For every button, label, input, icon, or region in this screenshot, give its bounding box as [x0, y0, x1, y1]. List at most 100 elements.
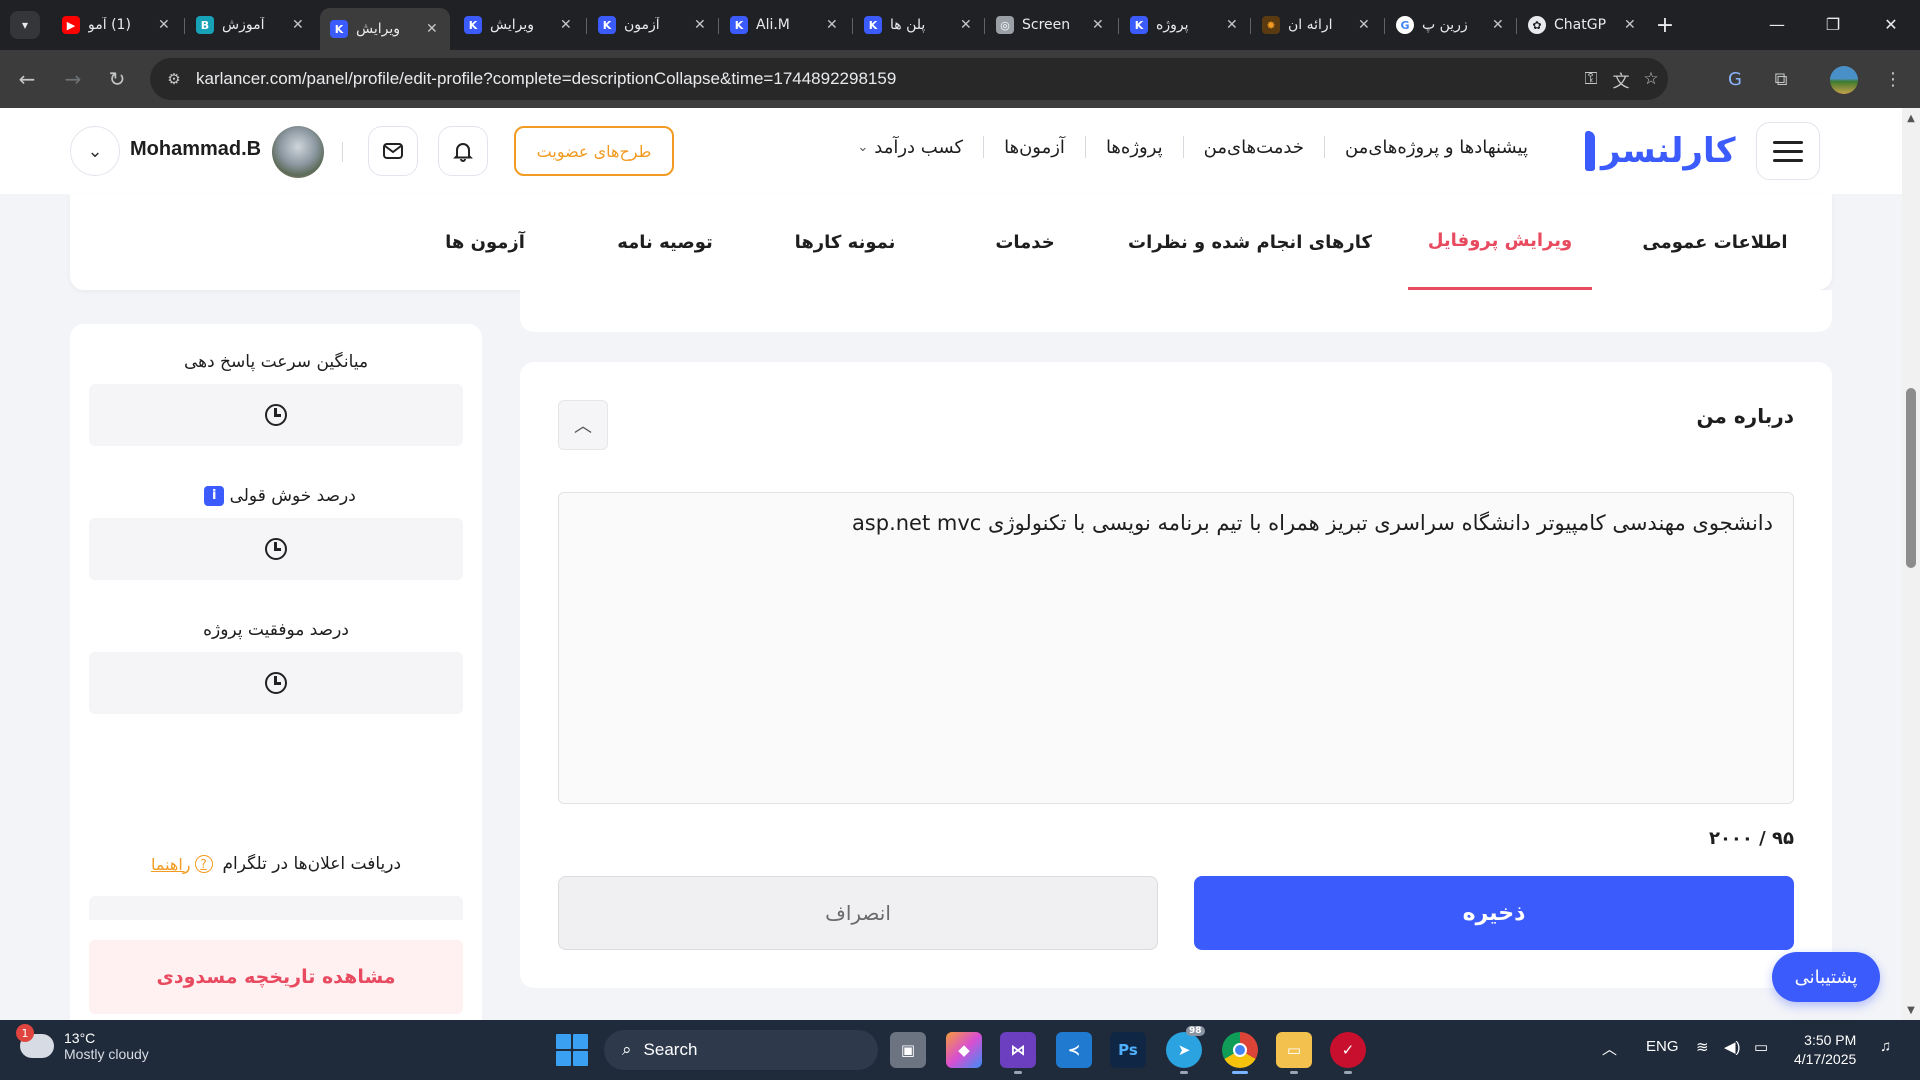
- windows-taskbar: 1 13°C Mostly cloudy ⌕ Search ▣ ◆ ⋈ ≺ Ps…: [0, 1020, 1920, 1080]
- weather-widget[interactable]: 1 13°C Mostly cloudy: [16, 1024, 149, 1062]
- site-settings-icon[interactable]: ⚙: [164, 69, 184, 89]
- browser-tab[interactable]: K پلن ها ✕: [854, 8, 984, 42]
- nav-my-services[interactable]: خدمت‌های‌من: [1184, 137, 1324, 158]
- info-icon[interactable]: i: [204, 486, 225, 506]
- wifi-icon[interactable]: ≋: [1696, 1038, 1709, 1056]
- file-explorer-icon[interactable]: ▭: [1276, 1032, 1312, 1074]
- close-tab-icon[interactable]: ✕: [960, 17, 974, 33]
- address-bar[interactable]: ⚙ karlancer.com/panel/profile/edit-profi…: [150, 58, 1668, 100]
- clock-icon: [265, 538, 287, 560]
- browser-tab[interactable]: ✸ ارائه ان ✕: [1252, 8, 1382, 42]
- tray-overflow-chevron-icon[interactable]: ︿: [1602, 1038, 1617, 1059]
- telegram-icon[interactable]: ➤ 98: [1166, 1026, 1205, 1074]
- user-menu-chevron-icon[interactable]: ⌄: [70, 126, 120, 176]
- tab-search-button[interactable]: ▾: [10, 11, 40, 39]
- password-key-icon[interactable]: ⚿: [1580, 68, 1602, 90]
- block-history-button[interactable]: مشاهده تاریخچه مسدودی: [89, 940, 463, 1014]
- browser-profile-avatar[interactable]: [1830, 66, 1858, 94]
- bookmark-star-icon[interactable]: ☆: [1640, 68, 1662, 90]
- vscode-icon[interactable]: ≺: [1056, 1032, 1092, 1068]
- extensions-puzzle-icon[interactable]: ⧉: [1766, 64, 1796, 94]
- battery-icon[interactable]: ▭: [1754, 1038, 1768, 1056]
- browser-tab[interactable]: ✿ ChatGP ✕: [1518, 8, 1648, 42]
- vivaldi-icon[interactable]: ✓: [1330, 1032, 1366, 1074]
- collapse-chevron-up-icon[interactable]: ︿: [558, 400, 608, 450]
- minimize-icon[interactable]: —: [1754, 8, 1800, 40]
- close-tab-icon[interactable]: ✕: [1226, 17, 1240, 33]
- close-tab-icon[interactable]: ✕: [426, 21, 440, 37]
- nav-earn-income[interactable]: کسب درآمد ⌄: [837, 137, 983, 158]
- cancel-button[interactable]: انصراف: [558, 876, 1158, 950]
- notification-badge: 1: [16, 1024, 34, 1042]
- volume-icon[interactable]: ◀): [1724, 1038, 1741, 1056]
- scrollbar-thumb[interactable]: [1906, 388, 1916, 568]
- main-navigation: پیشنهادها و پروژه‌های‌من خدمت‌های‌من پرو…: [837, 136, 1548, 158]
- close-tab-icon[interactable]: ✕: [826, 17, 840, 33]
- close-tab-icon[interactable]: ✕: [1092, 17, 1106, 33]
- close-tab-icon[interactable]: ✕: [560, 17, 574, 33]
- browser-menu-icon[interactable]: ⋮: [1878, 64, 1908, 94]
- messages-envelope-icon[interactable]: [368, 126, 418, 176]
- translate-icon[interactable]: 文: [1610, 68, 1632, 92]
- save-button[interactable]: ذخیره: [1194, 876, 1794, 950]
- user-avatar[interactable]: [272, 126, 324, 178]
- browser-tab[interactable]: K ویرایش ✕: [454, 8, 584, 42]
- forward-icon[interactable]: →: [58, 64, 88, 94]
- scroll-down-icon[interactable]: ▼: [1902, 1002, 1920, 1018]
- karlancer-logo[interactable]: کارلنسر: [1585, 126, 1737, 176]
- menu-hamburger-button[interactable]: [1756, 122, 1820, 180]
- close-tab-icon[interactable]: ✕: [158, 17, 172, 33]
- tab-edit-profile[interactable]: ویرایش پروفایل: [1408, 194, 1592, 290]
- copilot-icon[interactable]: ◆: [946, 1032, 982, 1068]
- scroll-up-icon[interactable]: ▲: [1902, 110, 1920, 126]
- guide-link[interactable]: ? راهنما: [151, 855, 213, 874]
- browser-tab[interactable]: ◎ Screen ✕: [986, 8, 1116, 42]
- tab-general-info[interactable]: اطلاعات عمومی: [1620, 194, 1810, 290]
- close-window-icon[interactable]: ✕: [1868, 8, 1914, 40]
- support-chat-button[interactable]: پشتیبانی: [1772, 952, 1880, 1002]
- tab-recommendations[interactable]: توصیه نامه: [590, 194, 740, 290]
- browser-tab-active[interactable]: K ویرایش ✕: [320, 8, 450, 50]
- close-tab-icon[interactable]: ✕: [1358, 17, 1372, 33]
- page-scrollbar[interactable]: ▲ ▼: [1902, 108, 1920, 1020]
- tab-completed-works[interactable]: کارهای انجام شده و نظرات: [1120, 194, 1380, 290]
- restore-icon[interactable]: ❐: [1810, 8, 1856, 40]
- url-text[interactable]: karlancer.com/panel/profile/edit-profile…: [196, 69, 896, 89]
- tab-title: پروژه: [1156, 17, 1189, 33]
- tab-services[interactable]: خدمات: [970, 194, 1080, 290]
- about-textarea[interactable]: دانشجوی مهندسی کامپیوتر دانشگاه سراسری ت…: [558, 492, 1794, 804]
- tab-portfolio[interactable]: نمونه کارها: [770, 194, 920, 290]
- photoshop-icon[interactable]: Ps: [1110, 1032, 1146, 1068]
- notifications-bell-icon[interactable]: ♫: [1880, 1038, 1891, 1055]
- browser-tab[interactable]: G زرین پ ✕: [1386, 8, 1516, 42]
- browser-tab[interactable]: K پروژه ✕: [1120, 8, 1250, 42]
- task-view-icon[interactable]: ▣: [890, 1032, 926, 1068]
- google-translate-extension-icon[interactable]: G: [1720, 64, 1750, 94]
- visual-studio-icon[interactable]: ⋈: [1000, 1032, 1036, 1074]
- membership-plans-button[interactable]: طرح‌های عضویت: [514, 126, 674, 176]
- windows-start-icon[interactable]: [556, 1034, 588, 1066]
- close-tab-icon[interactable]: ✕: [292, 17, 306, 33]
- language-indicator[interactable]: ENG: [1646, 1038, 1679, 1055]
- close-tab-icon[interactable]: ✕: [1624, 17, 1638, 33]
- chrome-icon[interactable]: [1222, 1032, 1258, 1074]
- tab-exams[interactable]: آزمون ها: [420, 194, 550, 290]
- username[interactable]: Mohammad.B: [130, 138, 261, 161]
- browser-tab[interactable]: K آزمون ✕: [588, 8, 718, 42]
- taskbar-search[interactable]: ⌕ Search: [604, 1030, 878, 1070]
- nav-projects[interactable]: پروژه‌ها: [1086, 137, 1183, 158]
- notifications-bell-icon[interactable]: [438, 126, 488, 176]
- back-icon[interactable]: ←: [12, 64, 42, 94]
- browser-tab-bar: ▾ ▶ (1) آمو ✕ B آموزش ✕ K ویرایش ✕ K ویر…: [0, 0, 1920, 50]
- close-tab-icon[interactable]: ✕: [694, 17, 708, 33]
- nav-offers-projects[interactable]: پیشنهادها و پروژه‌های‌من: [1325, 137, 1548, 158]
- browser-tab[interactable]: B آموزش ✕: [186, 8, 316, 42]
- book-icon: B: [196, 16, 214, 34]
- close-tab-icon[interactable]: ✕: [1492, 17, 1506, 33]
- nav-exams[interactable]: آزمون‌ها: [984, 137, 1085, 158]
- browser-tab[interactable]: ▶ (1) آمو ✕: [52, 8, 182, 42]
- new-tab-button[interactable]: +: [1652, 12, 1678, 38]
- browser-tab[interactable]: K Ali.M ✕: [720, 8, 850, 42]
- reload-icon[interactable]: ↻: [102, 64, 132, 94]
- system-clock[interactable]: 3:50 PM 4/17/2025: [1794, 1031, 1856, 1069]
